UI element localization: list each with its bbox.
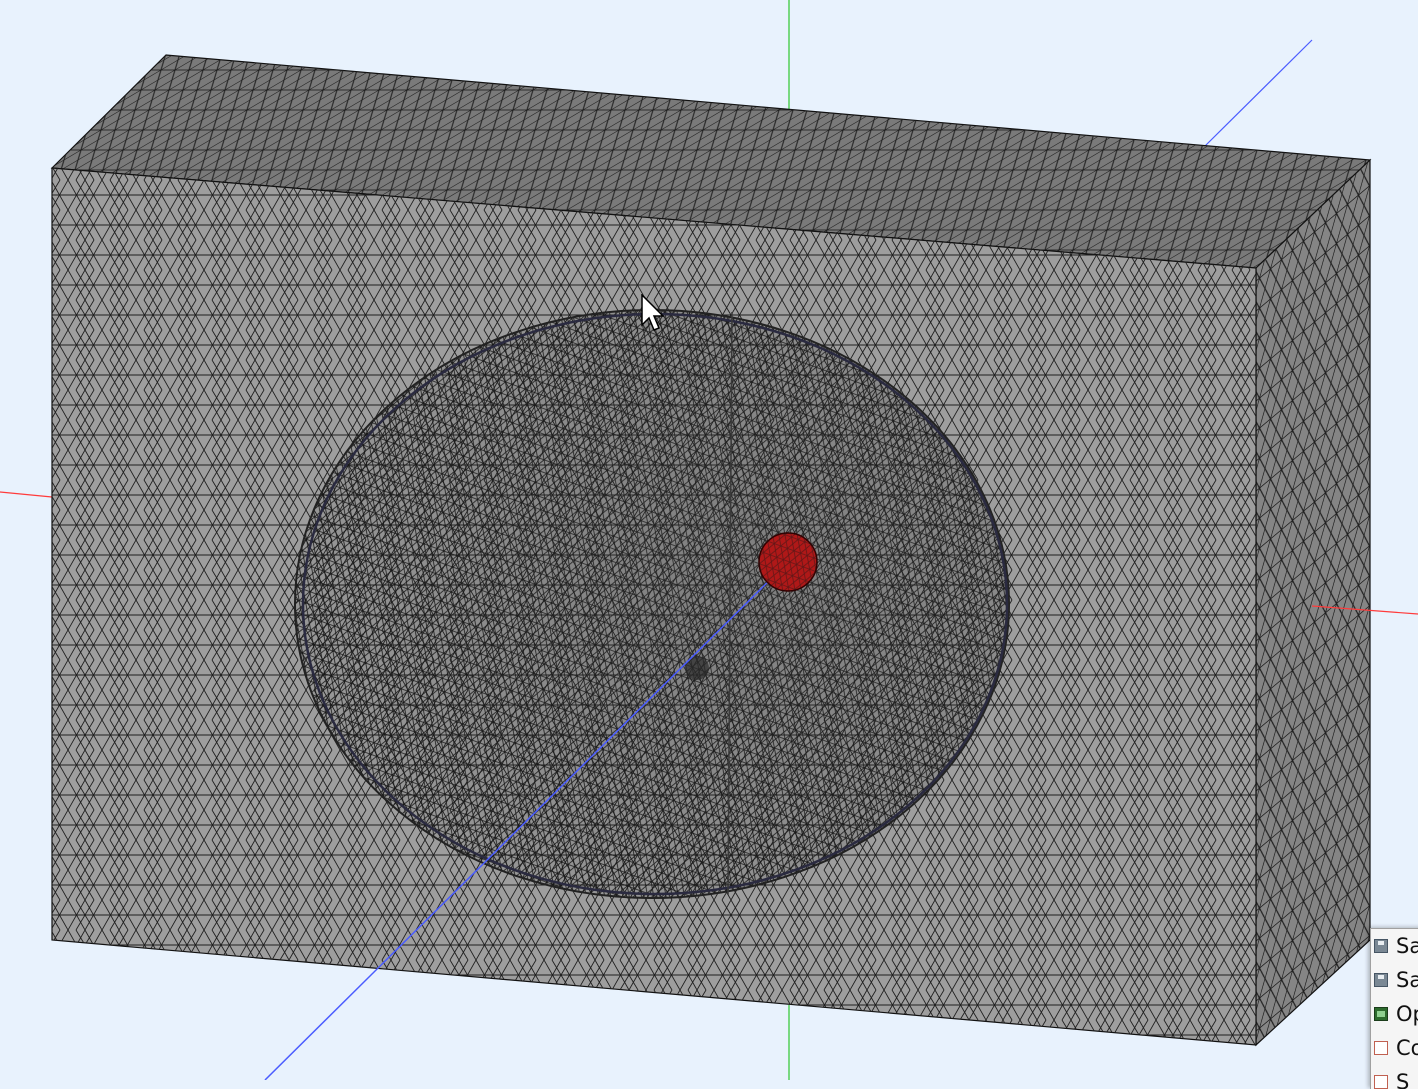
x-axis-left [0, 491, 53, 498]
context-menu-item[interactable]: Op [1371, 997, 1418, 1031]
context-menu-item-label: Sa [1396, 968, 1418, 992]
context-menu-item-label: Op [1396, 1002, 1418, 1026]
z-axis-top [1204, 39, 1313, 147]
save-icon [1374, 939, 1388, 953]
context-menu-item[interactable]: Sa [1371, 929, 1418, 963]
context-menu-item[interactable]: Sa [1371, 963, 1418, 997]
mesh-side-face-lines [1256, 160, 1370, 1045]
selected-sphere-mesh [759, 533, 817, 591]
context-menu-item[interactable]: Co [1371, 1031, 1418, 1065]
save-as-icon [1374, 973, 1388, 987]
page-icon [1374, 1075, 1388, 1089]
context-menu: Sa Sa Op Co S [1370, 928, 1418, 1089]
context-menu-item-label: Sa [1396, 934, 1418, 958]
mouse-cursor-icon [641, 294, 665, 331]
3d-viewport[interactable] [0, 0, 1418, 1080]
page-icon [1374, 1041, 1388, 1055]
open-icon [1374, 1007, 1388, 1021]
context-menu-item-label: Co [1396, 1036, 1418, 1060]
context-menu-item[interactable]: S [1371, 1065, 1418, 1089]
